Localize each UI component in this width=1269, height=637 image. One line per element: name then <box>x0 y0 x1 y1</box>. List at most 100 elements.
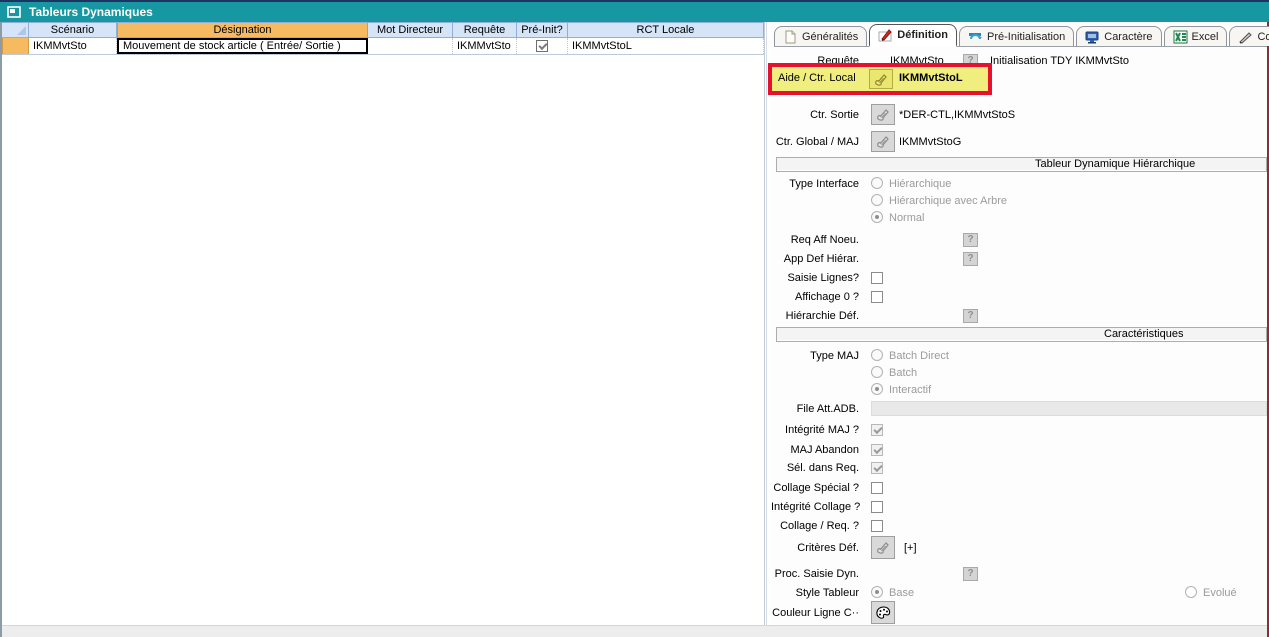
ctr-sortie-button[interactable] <box>871 104 895 125</box>
radio-hierarchique <box>871 177 883 189</box>
couleur-ligne-row: Couleur Ligne C·· <box>771 605 1267 621</box>
cell-scenario[interactable]: IKMMvtSto <box>29 38 117 54</box>
radio-interactif-label: Interactif <box>889 382 931 398</box>
ctr-global-value[interactable]: IKMMvtStoG <box>899 134 961 150</box>
integrite-collage-label: Intégrité Collage ? <box>771 499 859 515</box>
radio-normal-label: Normal <box>889 210 924 226</box>
cell-mot-directeur[interactable] <box>368 38 453 54</box>
maj-abandon-label: MAJ Abandon <box>771 442 859 458</box>
title-bar: Tableurs Dynamiques <box>0 0 1269 22</box>
cell-pre-init[interactable] <box>517 38 568 54</box>
definition-panel: Généralités Définition Pré-Initialisatio… <box>771 22 1267 625</box>
column-header-mot-directeur[interactable]: Mot Directeur <box>368 23 453 37</box>
section-caracteristiques-bar: Caractéristiques <box>776 327 1267 342</box>
saisie-lignes-checkbox[interactable] <box>871 272 883 284</box>
maj-abandon-row: MAJ Abandon <box>771 442 1267 458</box>
grid-corner-cell[interactable] <box>2 23 29 37</box>
type-interface-option-row: Normal <box>771 210 1267 226</box>
tab-generalites[interactable]: Généralités <box>774 26 867 46</box>
radio-base <box>871 586 883 598</box>
requete-description: Initialisation TDY IKMMvtSto <box>990 53 1129 69</box>
tab-label: Excel <box>1192 31 1219 43</box>
column-header-requete[interactable]: Requête <box>453 23 517 37</box>
couleur-ligne-label: Couleur Ligne C·· <box>771 605 859 621</box>
document-icon <box>783 30 798 44</box>
radio-base-label: Base <box>889 585 914 601</box>
column-header-rct-locale[interactable]: RCT Locale <box>568 23 764 37</box>
radio-interactif <box>871 383 883 395</box>
req-aff-noeu-row: Req Aff Noeu. ? <box>771 232 1267 248</box>
aide-ctr-local-label: Aide / Ctr. Local <box>778 72 856 84</box>
type-maj-option-row: Interactif <box>771 382 1267 398</box>
tab-caractere[interactable]: Caractère <box>1076 26 1161 46</box>
proc-saisie-dyn-help-button[interactable]: ? <box>963 567 978 581</box>
affichage-0-checkbox[interactable] <box>871 291 883 303</box>
integrite-collage-row: Intégrité Collage ? <box>771 499 1267 515</box>
column-header-scenario[interactable]: Scénario <box>29 23 117 37</box>
section-hierarchique-bar: Tableur Dynamique Hiérarchique <box>776 157 1267 172</box>
saisie-lignes-label: Saisie Lignes? <box>771 270 859 286</box>
collage-req-checkbox[interactable] <box>871 520 883 532</box>
ctr-sortie-label: Ctr. Sortie <box>771 107 859 123</box>
radio-evolue <box>1185 586 1197 598</box>
monitor-icon <box>1085 30 1100 44</box>
radio-batch-label: Batch <box>889 365 917 381</box>
file-att-adb-row: File Att.ADB. <box>771 401 1267 417</box>
req-aff-noeu-help-button[interactable]: ? <box>963 233 978 247</box>
type-maj-option-row: Batch <box>771 365 1267 381</box>
style-tableur-row: Style Tableur Base Evolué <box>771 585 1267 601</box>
tab-label: Définition <box>897 29 948 41</box>
hierarchie-def-help-button[interactable]: ? <box>963 309 978 323</box>
radio-hierarchique-arbre <box>871 194 883 206</box>
pencil-icon <box>1238 30 1253 44</box>
hierarchie-def-row: Hiérarchie Déf. ? <box>771 308 1267 324</box>
tab-excel[interactable]: Excel <box>1164 26 1228 46</box>
column-header-pre-init[interactable]: Pré-Init? <box>517 23 568 37</box>
palette-icon <box>875 605 892 620</box>
saisie-lignes-row: Saisie Lignes? <box>771 270 1267 286</box>
collage-special-label: Collage Spécial ? <box>771 480 859 496</box>
integrite-maj-checkbox <box>871 424 883 436</box>
collage-req-label: Collage / Req. ? <box>771 518 859 534</box>
app-def-hierar-help-button[interactable]: ? <box>963 252 978 266</box>
aide-ctr-local-button[interactable] <box>869 69 893 89</box>
app-def-hierar-row: App Def Hiérar. ? <box>771 251 1267 267</box>
hand-pen-icon <box>875 134 892 149</box>
couleur-ligne-button[interactable] <box>871 601 895 624</box>
hand-pen-icon <box>873 72 890 87</box>
ctr-global-label: Ctr. Global / MAJ <box>771 134 859 150</box>
criteres-def-button[interactable] <box>871 536 895 559</box>
ctr-sortie-value[interactable]: *DER-CTL,IKMMvtStoS <box>899 107 1015 123</box>
proc-saisie-dyn-row: Proc. Saisie Dyn. ? <box>771 566 1267 582</box>
cell-designation-selected[interactable]: Mouvement de stock article ( Entrée/ Sor… <box>117 38 368 54</box>
row-gutter-cell[interactable] <box>2 38 29 54</box>
hand-pen-icon <box>875 540 892 555</box>
radio-normal <box>871 211 883 223</box>
cell-rct-locale[interactable]: IKMMvtStoL <box>568 38 764 54</box>
integrite-maj-label: Intégrité MAJ ? <box>771 422 859 438</box>
tab-commentaire[interactable]: Commentaire <box>1229 26 1269 46</box>
cell-requete[interactable]: IKMMvtSto <box>453 38 517 54</box>
radio-evolue-label: Evolué <box>1203 585 1237 601</box>
app-window: Tableurs Dynamiques Scénario Désignation… <box>0 0 1269 637</box>
pre-init-checkbox[interactable] <box>536 40 548 52</box>
collage-special-checkbox[interactable] <box>871 482 883 494</box>
affichage-0-row: Affichage 0 ? <box>771 289 1267 305</box>
tab-pre-initialisation[interactable]: Pré-Initialisation <box>959 26 1074 46</box>
column-header-designation[interactable]: Désignation <box>117 23 368 37</box>
type-interface-option-row: Hiérarchique avec Arbre <box>771 193 1267 209</box>
radio-hierarchique-arbre-label: Hiérarchique avec Arbre <box>889 193 1007 209</box>
collage-req-row: Collage / Req. ? <box>771 518 1267 534</box>
aide-ctr-local-highlight: Aide / Ctr. Local IKMMvtStoL <box>768 63 992 95</box>
table-row: IKMMvtSto Mouvement de stock article ( E… <box>2 38 764 55</box>
sel-dans-req-checkbox <box>871 462 883 474</box>
section-caracteristiques-title: Caractéristiques <box>1104 328 1183 341</box>
ctr-global-button[interactable] <box>871 131 895 152</box>
sel-dans-req-row: Sél. dans Req. <box>771 460 1267 476</box>
integrite-maj-row: Intégrité MAJ ? <box>771 422 1267 438</box>
hand-pen-icon <box>875 107 892 122</box>
tab-definition[interactable]: Définition <box>869 24 957 47</box>
aide-ctr-local-value[interactable]: IKMMvtStoL <box>899 72 963 84</box>
integrite-collage-checkbox[interactable] <box>871 501 883 513</box>
type-maj-row: Type MAJ Batch Direct <box>771 348 1267 364</box>
